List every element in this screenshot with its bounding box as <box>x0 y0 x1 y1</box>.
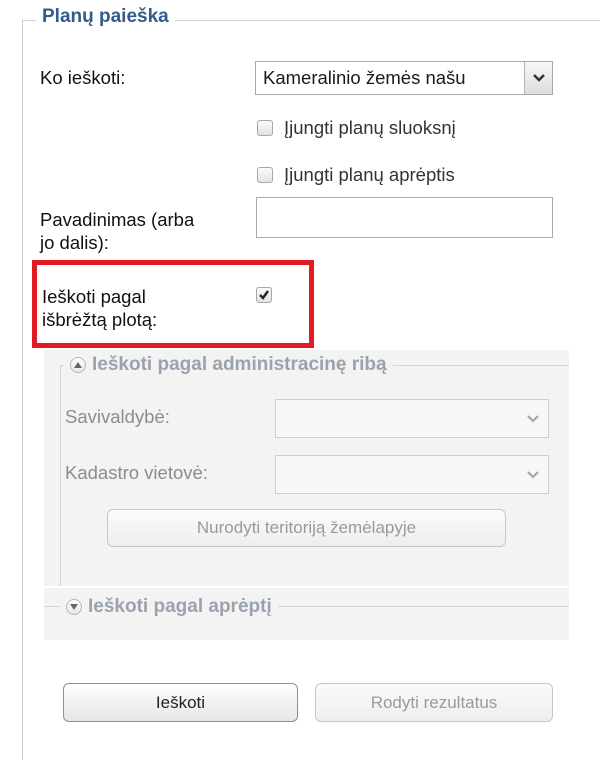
expand-icon[interactable] <box>66 599 82 615</box>
territory-button[interactable]: Nurodyti teritoriją žemėlapyje <box>107 509 506 547</box>
municipality-select[interactable] <box>275 399 549 438</box>
highlight-box <box>32 260 314 348</box>
coverage-legend-text: Ieškoti pagal aprėptį <box>88 596 272 617</box>
search-type-value: Kameralinio žemės našu <box>263 67 466 88</box>
chevron-down-icon[interactable] <box>518 456 548 493</box>
coverage-section: Ieškoti pagal aprėptį <box>44 588 569 640</box>
admin-legend[interactable]: Ieškoti pagal administracinę ribą <box>64 354 393 376</box>
collapse-icon[interactable] <box>70 357 86 373</box>
name-label: Pavadinimas (arba jo dalis): <box>40 208 194 254</box>
layer-checkbox-label: Įjungti planų sluoksnį <box>284 117 456 138</box>
show-results-button[interactable]: Rodyti rezultatus <box>315 683 553 722</box>
coverage-checkbox[interactable] <box>257 167 273 183</box>
name-label-line2: jo dalis): <box>40 232 109 253</box>
chevron-down-icon[interactable] <box>524 62 552 94</box>
search-type-label: Ko ieškoti: <box>40 67 126 88</box>
search-button[interactable]: Ieškoti <box>63 683 298 722</box>
coverage-legend[interactable]: Ieškoti pagal aprėptį <box>60 596 278 618</box>
admin-legend-text: Ieškoti pagal administracinę ribą <box>92 354 387 375</box>
cadastre-select[interactable] <box>275 455 549 494</box>
name-input[interactable] <box>256 197 553 238</box>
coverage-checkbox-label: Įjungti planų aprėptis <box>284 164 455 185</box>
cadastre-label: Kadastro vietovė: <box>65 462 208 483</box>
chevron-down-icon[interactable] <box>518 400 548 437</box>
search-type-select[interactable]: Kameralinio žemės našu <box>255 61 553 95</box>
search-panel-legend: Planų paieška <box>36 6 175 28</box>
admin-section: Ieškoti pagal administracinę ribą Saviva… <box>44 350 569 586</box>
name-label-line1: Pavadinimas (arba <box>40 209 195 230</box>
layer-checkbox[interactable] <box>257 120 273 136</box>
municipality-label: Savivaldybė: <box>65 406 170 427</box>
